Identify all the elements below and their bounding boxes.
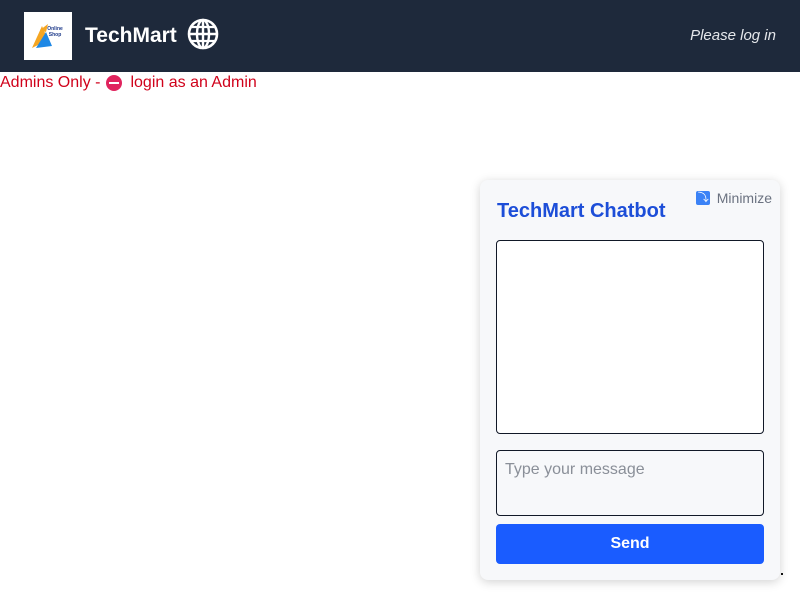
minimize-label: Minimize <box>716 190 772 206</box>
top-navbar: Online Shop TechMart Please log in <box>0 0 800 72</box>
login-status: Please log in <box>690 27 776 44</box>
send-button[interactable]: Send <box>496 524 764 564</box>
stray-dot <box>781 573 783 575</box>
minimize-button[interactable]: Minimize <box>695 190 772 206</box>
globe-icon[interactable] <box>186 17 220 51</box>
chatbot-title: TechMart Chatbot <box>497 200 666 222</box>
minimize-icon <box>695 190 710 206</box>
site-logo[interactable]: Online Shop <box>24 12 72 60</box>
admin-notice-prefix: Admins Only - <box>0 74 101 91</box>
message-input[interactable] <box>496 450 764 516</box>
chatbot-panel: Minimize TechMart Chatbot Send <box>480 180 780 580</box>
chat-message-log[interactable] <box>496 240 764 434</box>
brand-name[interactable]: TechMart <box>85 24 177 48</box>
admin-notice: Admins Only - login as an Admin <box>0 74 257 92</box>
logo-text: Online Shop <box>47 26 63 38</box>
no-entry-icon <box>106 75 123 91</box>
admin-login-link[interactable]: login as an Admin <box>130 74 256 92</box>
